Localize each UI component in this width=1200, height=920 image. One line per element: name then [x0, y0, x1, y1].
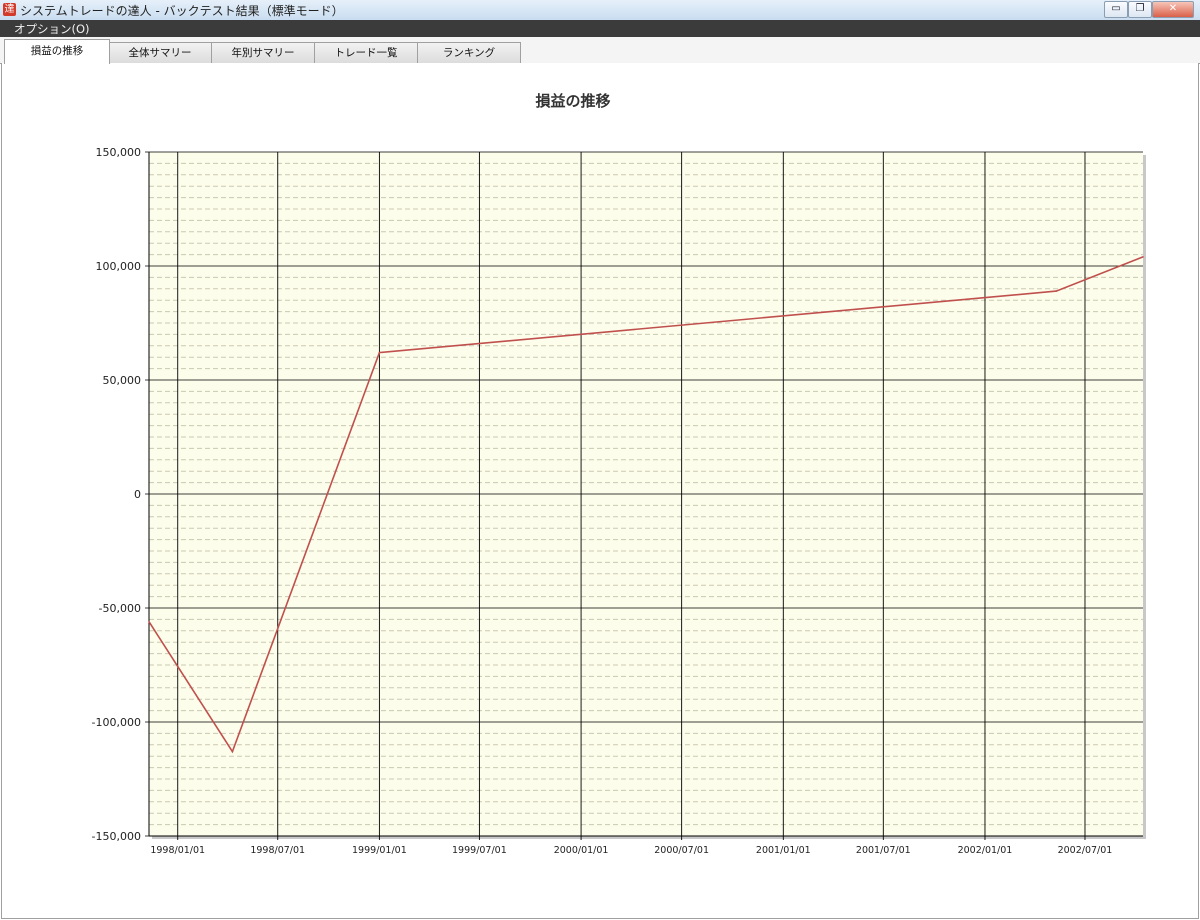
- y-tick-label: -100,000: [92, 716, 141, 729]
- window-title: システムトレードの達人 - バックテスト結果（標準モード）: [20, 4, 344, 18]
- y-tick-label: 50,000: [103, 374, 142, 387]
- x-tick-label: 2000/01/01: [554, 845, 609, 856]
- data-point: [148, 620, 150, 623]
- tab-strip: 損益の推移 全体サマリー 年別サマリー トレード一覧 ランキング: [0, 37, 1200, 64]
- close-button[interactable]: ✕: [1152, 1, 1194, 18]
- y-tick-label: 0: [134, 488, 141, 501]
- tab-overall-summary[interactable]: 全体サマリー: [108, 42, 212, 63]
- chart-panel: 損益の推移 150,000 100,000 50,000 0 -50,000 -100,0…: [1, 63, 1199, 919]
- x-tick-label: 1998/01/01: [150, 845, 205, 856]
- data-point: [1055, 290, 1058, 292]
- y-tick-label: 150,000: [96, 146, 142, 159]
- x-tick-label: 2002/07/01: [1058, 845, 1113, 856]
- profit-chart: 損益の推移 150,000 100,000 50,000 0 -50,000 -100,0…: [92, 92, 1146, 856]
- x-tick-label: 2001/07/01: [856, 845, 911, 856]
- app-icon: 達: [3, 3, 16, 16]
- tab-yearly-summary[interactable]: 年別サマリー: [211, 42, 315, 63]
- menu-bar: オプション(O): [0, 20, 1200, 37]
- title-bar: 達 システムトレードの達人 - バックテスト結果（標準モード） ▭ ❐ ✕: [0, 0, 1200, 20]
- tab-profit-transition[interactable]: 損益の推移: [4, 39, 110, 64]
- restore-button[interactable]: ❐: [1128, 1, 1152, 18]
- menu-options[interactable]: オプション(O): [14, 21, 90, 37]
- y-tick-label: -150,000: [92, 830, 141, 843]
- minimize-button[interactable]: ▭: [1104, 1, 1128, 18]
- x-tick-label: 1999/01/01: [352, 845, 407, 856]
- data-point: [1142, 256, 1144, 258]
- data-point: [378, 351, 381, 354]
- tab-trade-list[interactable]: トレード一覧: [314, 42, 418, 63]
- y-tick-label: -50,000: [99, 602, 141, 615]
- data-point: [231, 750, 234, 753]
- x-tick-label: 2000/07/01: [654, 845, 709, 856]
- chart-title: 損益の推移: [535, 92, 610, 110]
- x-tick-label: 2002/01/01: [958, 845, 1013, 856]
- x-tick-label: 2001/01/01: [756, 845, 811, 856]
- x-tick-label: 1999/07/01: [452, 845, 507, 856]
- y-tick-label: 100,000: [96, 260, 142, 273]
- tab-ranking[interactable]: ランキング: [417, 42, 521, 63]
- x-tick-label: 1998/07/01: [250, 845, 305, 856]
